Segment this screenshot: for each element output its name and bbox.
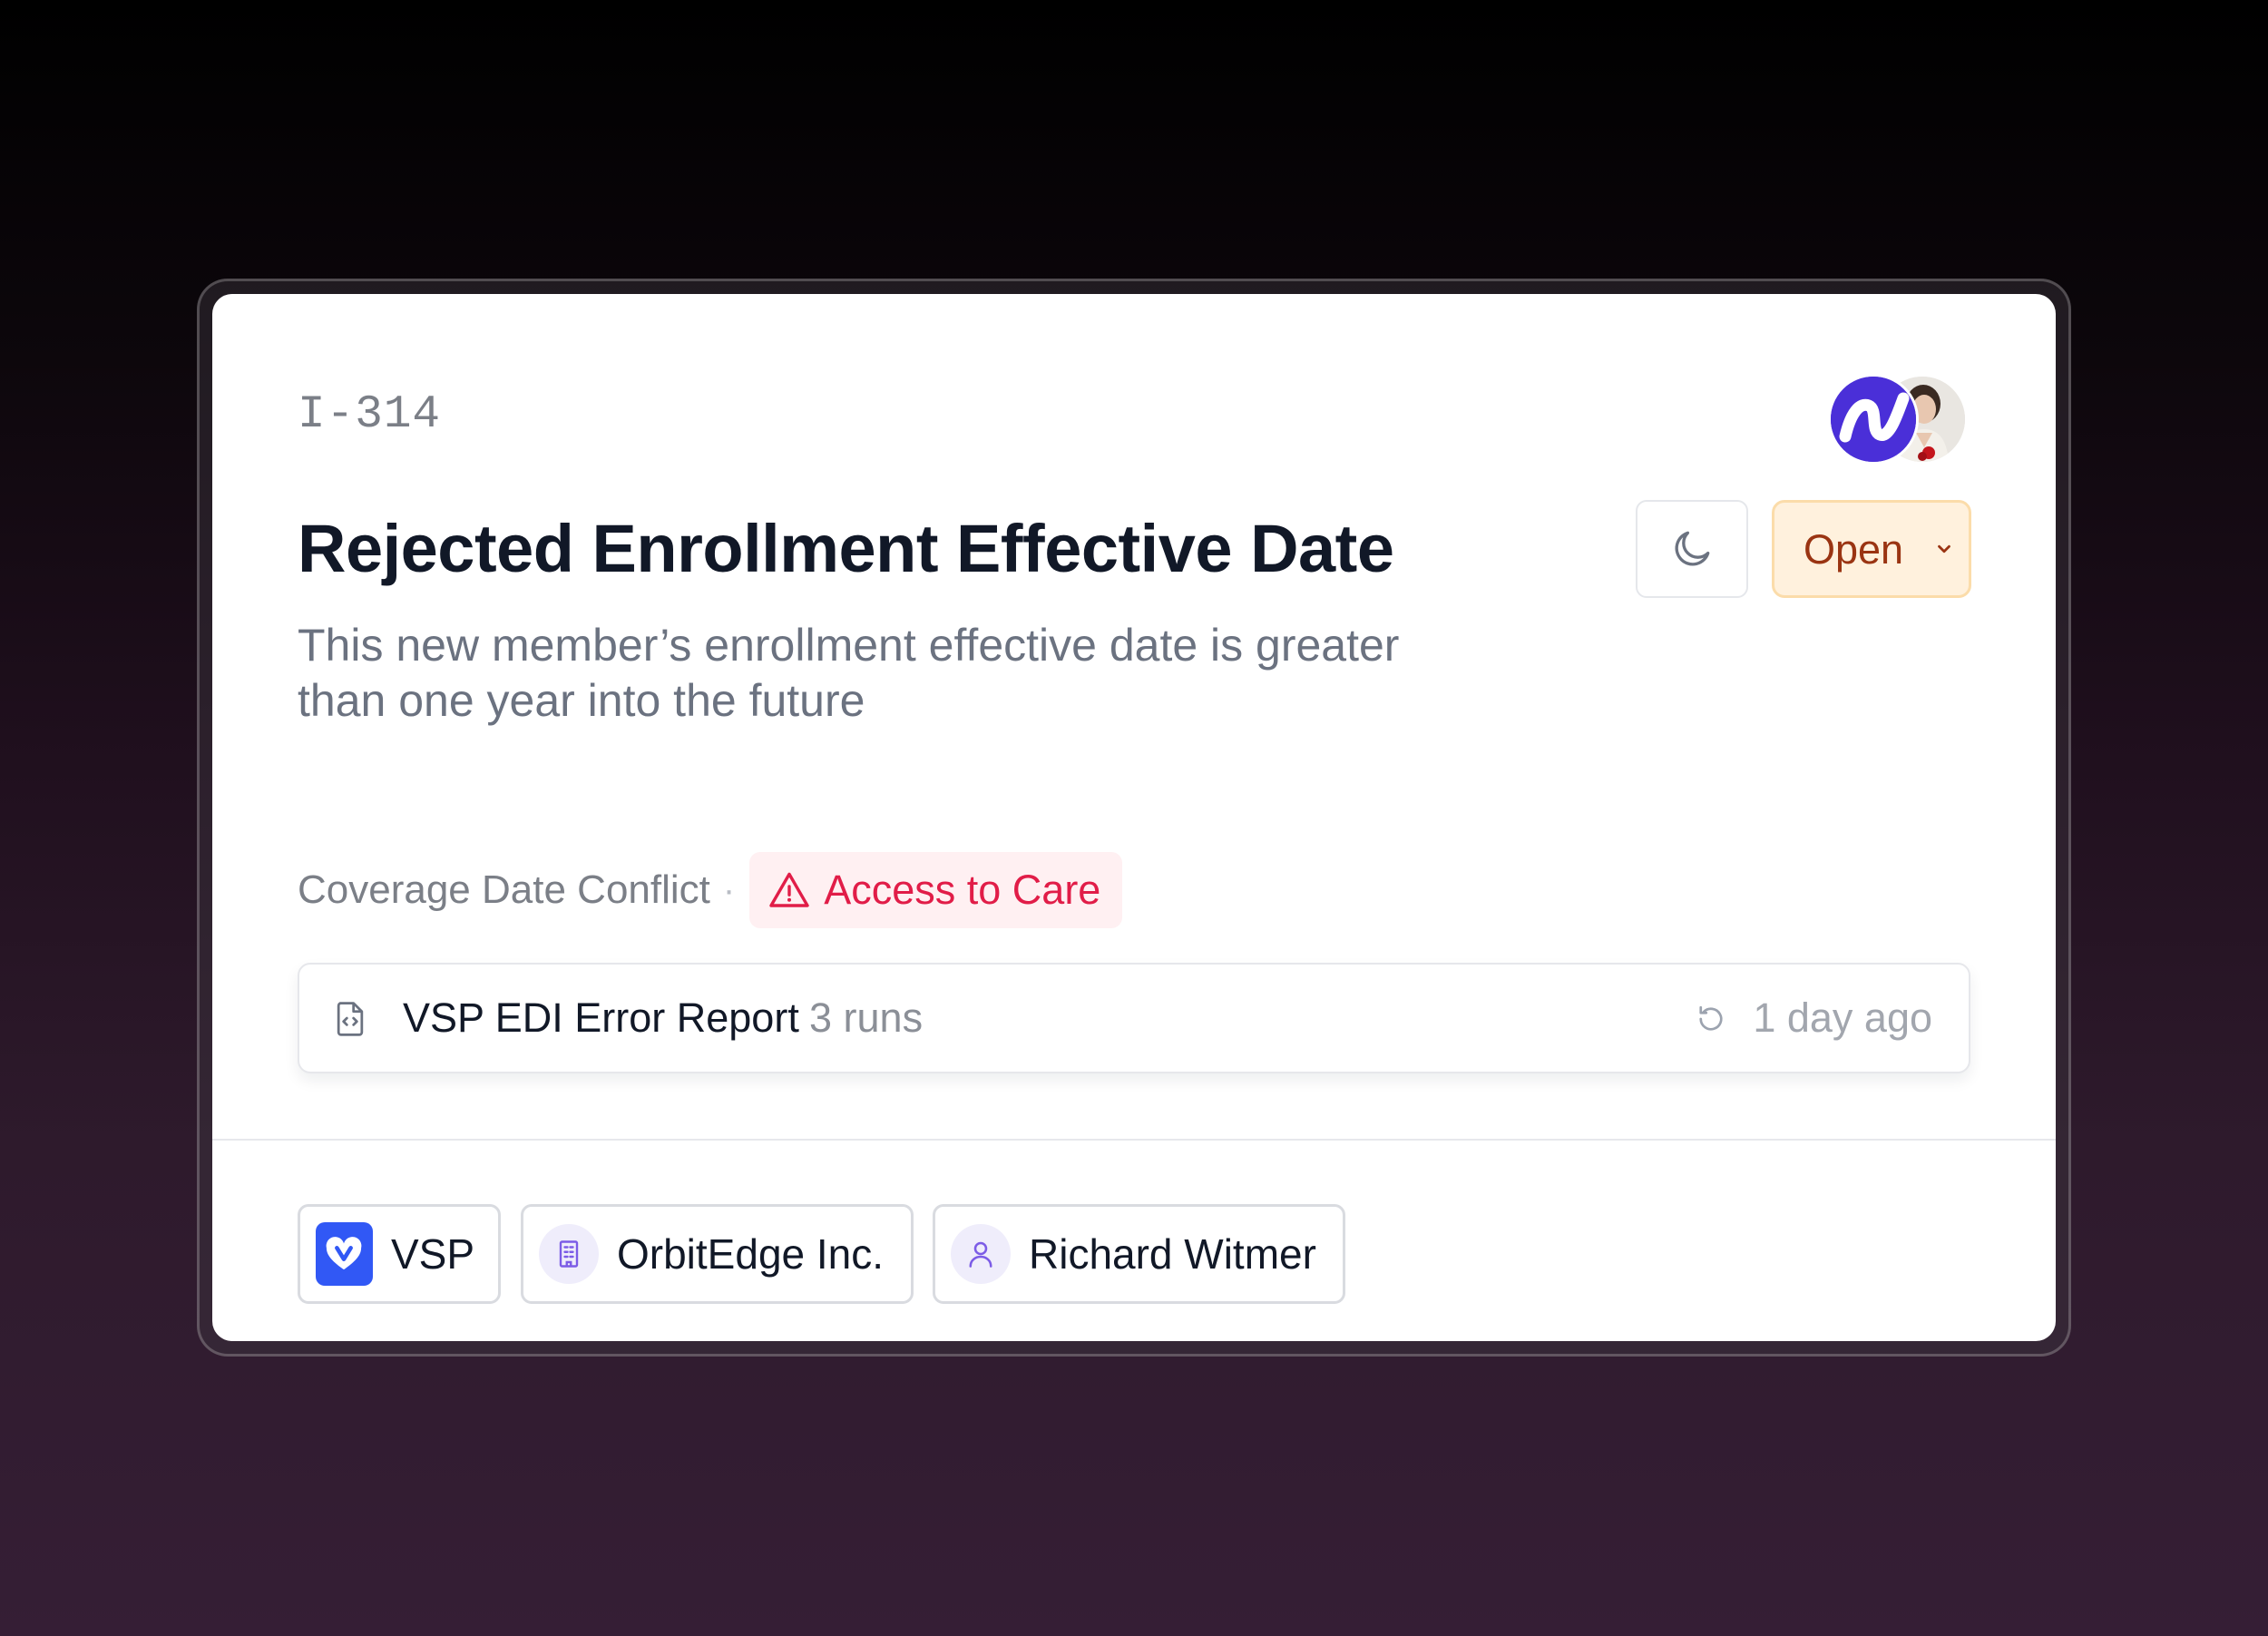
moon-icon xyxy=(1675,531,1710,566)
user-glyph xyxy=(969,1241,992,1268)
warning-triangle-icon xyxy=(769,872,809,907)
report-name: VSP EDI Error Report xyxy=(403,994,799,1041)
building-glyph xyxy=(559,1240,579,1268)
report-runs: 3 runs xyxy=(809,994,924,1041)
tag-separator: · xyxy=(722,869,736,910)
issue-title: Rejected Enrollment Effective Date xyxy=(298,511,1394,586)
file-code-icon xyxy=(337,1002,364,1036)
issue-id: I-314 xyxy=(298,389,442,441)
impact-badge[interactable]: Access to Care xyxy=(749,852,1123,928)
assignee-avatars[interactable] xyxy=(1804,374,1968,466)
entity-chip-label: Richard Witmer xyxy=(1029,1230,1316,1278)
entity-chip-richard-witmer[interactable]: Richard Witmer xyxy=(933,1204,1345,1304)
issue-category[interactable]: Coverage Date Conflict xyxy=(298,867,710,913)
brand-n-logo-glyph xyxy=(1831,377,1916,462)
card-frame: I-314 Rejected Enrollment Effective Date… xyxy=(197,279,2071,1357)
entity-chip-label: OrbitEdge Inc. xyxy=(617,1230,885,1278)
report-item[interactable]: VSP EDI Error Report 3 runs 1 day ago xyxy=(298,963,1970,1073)
refresh-icon xyxy=(1699,1005,1723,1031)
chevron-down-icon xyxy=(1938,544,1950,553)
entity-chip-label: VSP xyxy=(390,1230,474,1278)
brand-n-logo-icon[interactable] xyxy=(1828,374,1919,465)
issue-description: This new member’s enrollment effective d… xyxy=(298,620,1400,726)
status-dropdown[interactable]: Open xyxy=(1772,500,1971,598)
report-last-run: 1 day ago xyxy=(1753,994,1932,1041)
vsp-logo-icon xyxy=(316,1222,373,1286)
impact-badge-label: Access to Care xyxy=(824,867,1101,913)
section-divider xyxy=(212,1139,2056,1141)
entity-chip-orbitedge[interactable]: OrbitEdge Inc. xyxy=(521,1204,914,1304)
issue-card: I-314 Rejected Enrollment Effective Date… xyxy=(212,294,2056,1341)
building-icon xyxy=(539,1224,599,1284)
user-icon xyxy=(951,1224,1011,1284)
entity-chip-vsp[interactable]: VSP xyxy=(298,1204,501,1304)
snooze-button[interactable] xyxy=(1636,500,1748,598)
vsp-heart-glyph xyxy=(327,1237,362,1270)
status-label: Open xyxy=(1804,525,1904,573)
issue-tags: Coverage Date Conflict · Access to Care xyxy=(298,852,1123,928)
